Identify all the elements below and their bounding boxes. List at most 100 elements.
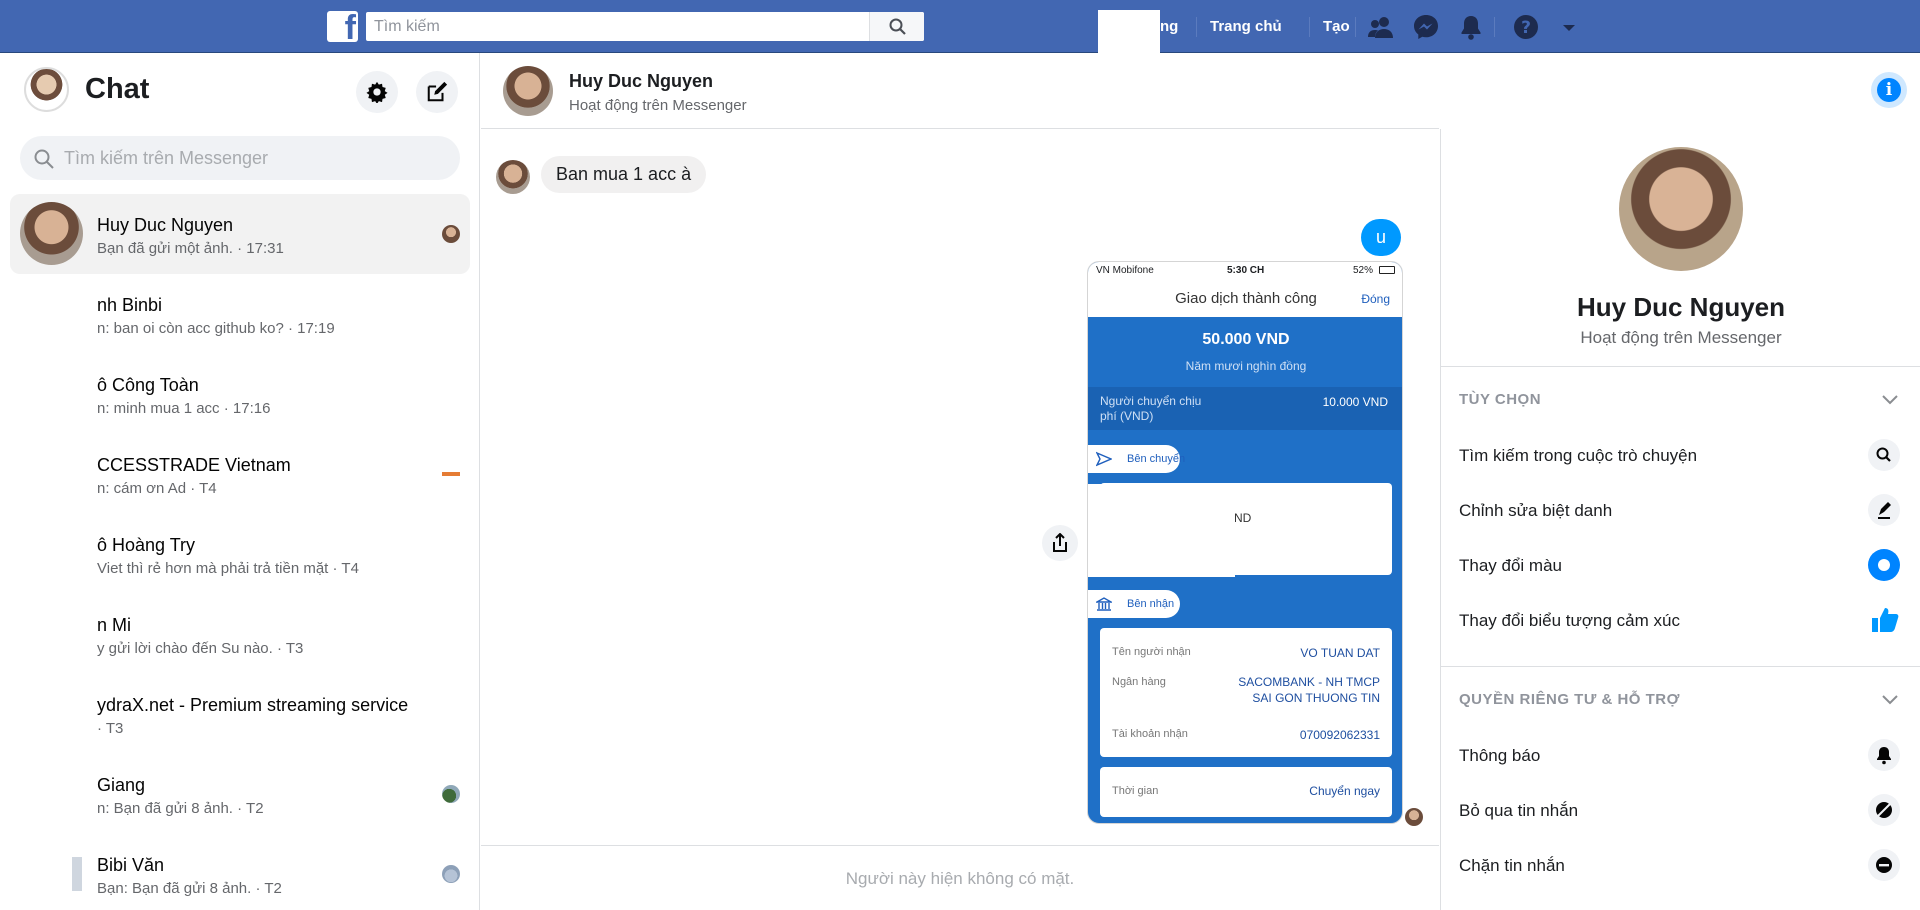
conversation-name: Huy Duc Nguyen [97,215,234,235]
contact-profile-avatar[interactable] [1619,147,1743,271]
help-icon[interactable]: ? [1511,12,1541,42]
color-dot-icon[interactable] [1868,549,1900,581]
conversation-info-panel: Huy Duc Nguyen Hoạt động trên Messenger … [1440,129,1920,910]
conversation-item[interactable]: CCESSTRADE Vietnam n: cám ơn Ad · T4 [10,434,470,514]
bell-icon[interactable] [1456,12,1486,42]
conversation-item[interactable]: nh Binbi n: ban oi còn acc github ko? · … [10,274,470,354]
share-button[interactable] [1042,525,1078,561]
battery-text: 52% [1353,265,1374,276]
sender-section-tag: Bên chuyển [1088,445,1402,473]
svg-text:?: ? [1521,18,1531,38]
recipient-name: VO TUAN DAT [1300,646,1380,660]
conversation-name: ydraX.net - Premium streaming service [97,695,409,715]
messenger-icon[interactable] [1411,12,1441,42]
conversation-preview: y gửi lời chào đến Su nào. · T3 [97,640,304,657]
fee-label: Người chuyển chịu phí (VND) [1100,394,1202,423]
bell-icon[interactable] [1868,739,1900,771]
share-icon [1053,533,1067,552]
friends-icon[interactable] [1366,12,1396,42]
info-icon: i [1877,78,1901,102]
ignore-icon[interactable] [1868,794,1900,826]
battery-icon [1379,266,1395,274]
conversation-item[interactable]: ydraX.net - Premium streaming service · … [10,674,470,754]
redacted-area [1088,484,1235,577]
facebook-logo-icon[interactable]: f [327,11,358,42]
conversation-item[interactable]: ô Hoàng Try Viet thì rẻ hơn mà phải trả … [10,514,470,594]
gear-icon [366,81,388,103]
settings-button[interactable] [356,71,398,113]
nav-home-link[interactable]: Trang chủ [1210,18,1282,35]
search-icon[interactable] [1868,439,1900,471]
receiver-section-tag: Bên nhận [1088,590,1402,618]
nav-divider [1494,17,1495,37]
nav-profile-link[interactable]: ng [1160,18,1178,35]
pencil-icon[interactable] [1868,494,1900,526]
option-block-messages[interactable]: Chặn tin nhắn [1459,856,1565,876]
conversation-item[interactable]: Huy Duc Nguyen Bạn đã gửi một ảnh. · 17:… [10,194,470,274]
account-label: Tài khoản nhận [1112,728,1188,740]
conversation-info-button[interactable]: i [1871,72,1907,108]
option-search-conversation[interactable]: Tìm kiếm trong cuộc trò chuyện [1459,446,1697,466]
phone-status-bar: VN Mobifone 5:30 CH 52% [1088,262,1402,280]
conversation-preview: · T3 [97,720,124,737]
my-avatar[interactable] [24,67,69,112]
contact-profile-name[interactable]: Huy Duc Nguyen [1441,292,1920,323]
avatar [72,857,82,891]
avatar [20,202,83,265]
redacted-area [1098,10,1160,54]
option-edit-nickname[interactable]: Chỉnh sửa biệt danh [1459,501,1612,521]
fee-row: Người chuyển chịu phí (VND) 10.000 VND [1088,387,1402,430]
conversation-name: Bibi Văn [97,855,165,875]
top-search-input[interactable] [366,12,866,41]
conversation-preview: Bạn đã gửi một ảnh. · 17:31 [97,240,284,257]
chevron-down-icon[interactable] [1880,389,1900,409]
conversation-header: Huy Duc Nguyen Hoạt động trên Messenger [481,53,1439,129]
receipt-title: Giao dịch thành công [1175,290,1317,307]
privacy-section-header[interactable]: QUYỀN RIÊNG TƯ & HỖ TRỢ [1459,691,1680,708]
conversation-preview: n: ban oi còn acc github ko? · 17:19 [97,320,335,337]
contact-status: Hoạt động trên Messenger [569,97,747,114]
receiver-card: Tên người nhận VO TUAN DAT Ngân hàng SAC… [1100,628,1392,757]
receipt-amount-words: Năm mươi nghìn đồng [1185,359,1307,373]
time-label: Thời gian [1112,785,1159,797]
conversation-name: Giang [97,775,146,795]
unavailable-notice: Người này hiện không có mặt. [845,869,1075,888]
chat-footer: Người này hiện không có mặt. [481,845,1439,910]
conversation-preview: Viet thì rẻ hơn mà phải trả tiền mặt · T… [97,560,359,577]
nav-divider [1196,17,1197,37]
option-change-emoji[interactable]: Thay đổi biểu tượng cảm xúc [1459,611,1680,631]
receiver-label: Bên nhận [1127,598,1175,610]
options-section-header[interactable]: TÙY CHỌN [1459,391,1541,408]
conversation-preview: Bạn: Bạn đã gửi 8 ảnh. · T2 [97,880,282,897]
brand-logo-icon [442,472,460,476]
sidebar-title: Chat [85,73,150,105]
conversation-item[interactable]: n Mi y gửi lời chào đến Su nào. · T3 [10,594,470,674]
receipt-title-bar: Giao dịch thành công Đóng [1088,280,1402,317]
option-change-color[interactable]: Thay đổi màu [1459,556,1562,576]
conversation-item[interactable]: ô Công Toàn n: minh mua 1 acc · 17:16 [10,354,470,434]
new-message-button[interactable] [416,71,458,113]
chevron-down-icon[interactable] [1880,689,1900,709]
sent-image-transfer-receipt[interactable]: VN Mobifone 5:30 CH 52% Giao dịch thành … [1087,261,1403,824]
incoming-message: Ban mua 1 acc à [541,156,707,193]
option-notifications[interactable]: Thông báo [1459,746,1540,766]
top-search-button[interactable] [869,12,924,41]
fee-value: 10.000 VND [1322,395,1388,409]
seen-avatar [442,785,460,803]
option-ignore-messages[interactable]: Bỏ qua tin nhắn [1459,801,1578,821]
messenger-search-input[interactable] [64,136,444,180]
contact-avatar[interactable] [503,66,553,116]
block-icon[interactable] [1868,849,1900,881]
nav-create-link[interactable]: Tạo [1323,18,1350,35]
conversation-name: n Mi [97,615,132,635]
conversation-item[interactable]: Bibi Văn Bạn: Bạn đã gửi 8 ảnh. · T2 [10,834,470,910]
bank-icon [1096,597,1112,611]
dropdown-arrow-icon[interactable] [1559,12,1589,42]
receipt-amount: 50.000 VND [1202,331,1290,348]
recipient-name-label: Tên người nhận [1112,646,1191,658]
bank-name-line: SACOMBANK - NH TMCP [1238,675,1380,689]
contact-name[interactable]: Huy Duc Nguyen [569,71,713,92]
conversation-item[interactable]: Giang n: Bạn đã gửi 8 ảnh. · T2 [10,754,470,834]
thumbs-up-icon[interactable] [1868,604,1900,636]
seen-avatar [1405,808,1423,826]
